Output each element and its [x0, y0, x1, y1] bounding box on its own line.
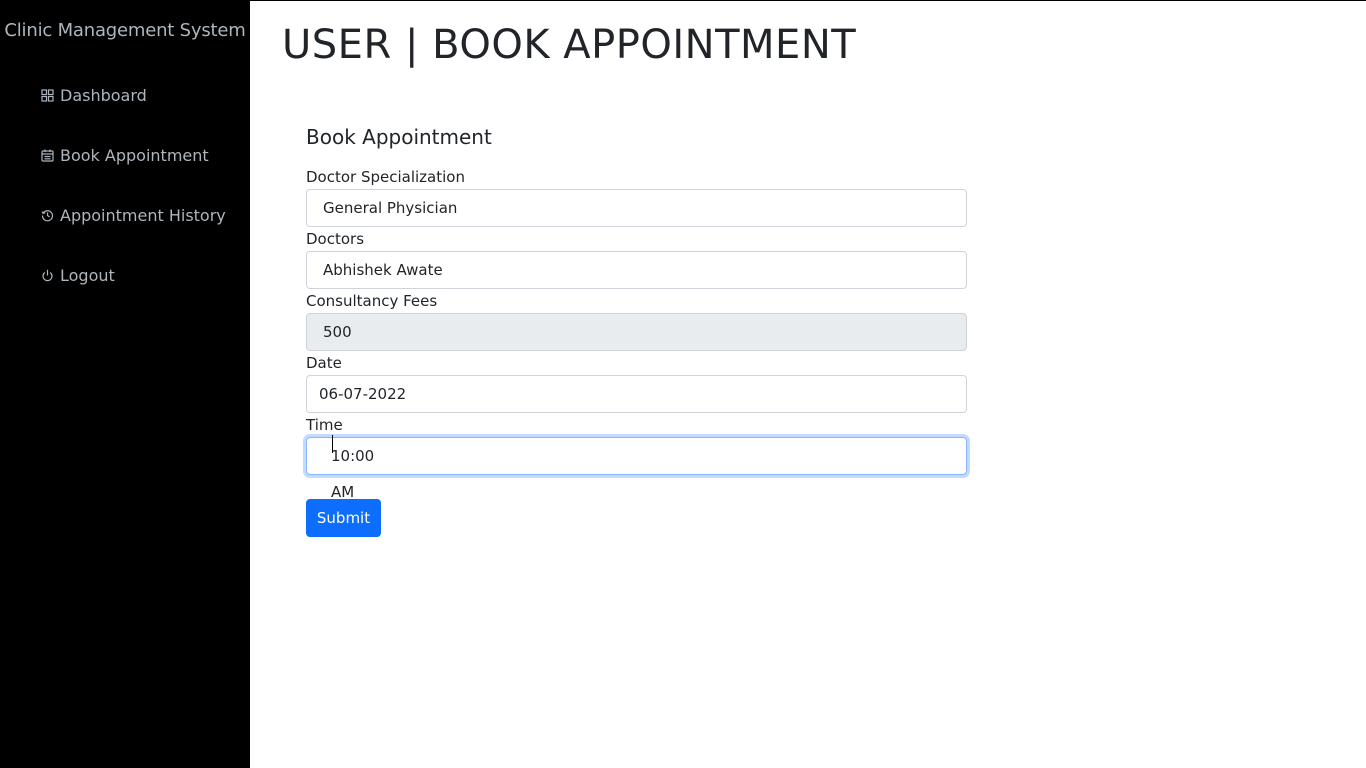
form-title: Book Appointment	[306, 125, 492, 149]
specialization-select[interactable]: General Physician	[306, 189, 967, 227]
fees-value: 500	[323, 323, 352, 341]
sidebar-item-dashboard[interactable]: Dashboard	[41, 86, 147, 105]
sidebar-item-logout[interactable]: Logout	[41, 266, 115, 285]
doctor-select[interactable]: Abhishek Awate	[306, 251, 967, 289]
time-label: Time	[306, 416, 343, 434]
doctors-label: Doctors	[306, 230, 365, 248]
sidebar-item-label: Dashboard	[60, 86, 147, 105]
submit-button[interactable]: Submit	[306, 499, 381, 537]
date-label: Date	[306, 354, 342, 372]
sidebar-item-label: Book Appointment	[60, 146, 209, 165]
sidebar-item-appointment-history[interactable]: Appointment History	[41, 206, 226, 225]
date-input[interactable]: 06-07-2022	[306, 375, 967, 413]
calendar-icon	[41, 149, 54, 162]
brand-title: Clinic Management System	[4, 20, 246, 41]
grid-icon	[41, 89, 54, 102]
specialization-value: General Physician	[323, 199, 458, 217]
power-icon	[41, 269, 54, 282]
specialization-label: Doctor Specialization	[306, 168, 465, 186]
page-title: USER | BOOK APPOINTMENT	[282, 22, 857, 68]
sidebar-item-book-appointment[interactable]: Book Appointment	[41, 146, 209, 165]
text-caret	[332, 435, 333, 453]
sidebar-item-label: Appointment History	[60, 206, 226, 225]
top-border	[250, 0, 1366, 1]
fees-label: Consultancy Fees	[306, 292, 438, 310]
history-icon	[41, 209, 54, 222]
time-input[interactable]: 10:00 AM	[306, 435, 967, 501]
date-value: 06-07-2022	[319, 385, 407, 403]
fees-field: 500	[306, 313, 967, 351]
sidebar: Clinic Management System Dashboard Book …	[0, 0, 250, 768]
doctor-value: Abhishek Awate	[323, 261, 443, 279]
sidebar-item-label: Logout	[60, 266, 115, 285]
